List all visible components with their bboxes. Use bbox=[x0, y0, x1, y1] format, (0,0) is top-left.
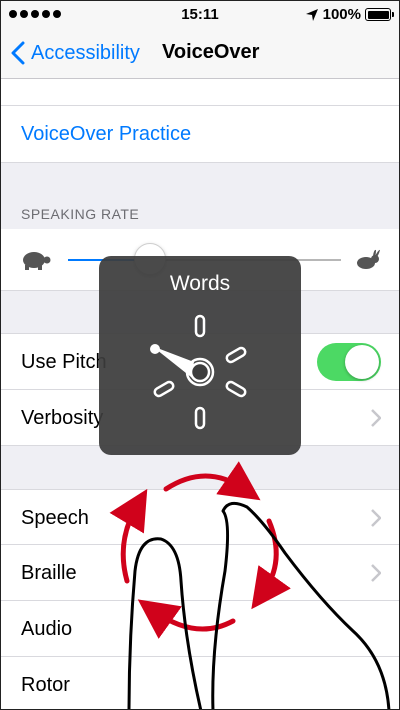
voiceover-practice-label: VoiceOver Practice bbox=[21, 123, 192, 145]
turtle-icon bbox=[23, 252, 51, 270]
partially-hidden-cell[interactable] bbox=[1, 79, 399, 106]
speaking-rate-header: SPEAKING RATE bbox=[21, 206, 140, 222]
chevron-right-icon bbox=[371, 509, 381, 527]
braille-cell[interactable]: Braille bbox=[1, 545, 399, 601]
back-button[interactable]: Accessibility bbox=[11, 41, 140, 65]
battery-icon bbox=[365, 8, 394, 21]
rotor-label: Rotor bbox=[21, 674, 70, 696]
use-pitch-label: Use Pitch bbox=[21, 351, 107, 373]
chevron-right-icon bbox=[371, 564, 381, 582]
rotor-cell[interactable]: Rotor bbox=[1, 657, 399, 709]
rabbit-icon bbox=[357, 249, 380, 269]
chevron-right-icon bbox=[371, 409, 381, 427]
braille-label: Braille bbox=[21, 562, 77, 584]
audio-label: Audio bbox=[21, 618, 73, 640]
use-pitch-toggle[interactable] bbox=[317, 343, 381, 381]
rotor-dial-icon bbox=[150, 314, 247, 430]
location-arrow-icon bbox=[305, 8, 318, 21]
verbosity-label: Verbosity bbox=[21, 407, 104, 429]
rotor-hud: Words bbox=[99, 256, 301, 455]
voiceover-settings-screen: 15:11 100% Accessibility VoiceOver Voice… bbox=[0, 0, 400, 710]
chevron-left-icon bbox=[11, 41, 25, 65]
page-title: VoiceOver bbox=[162, 41, 260, 63]
toggle-knob bbox=[345, 345, 379, 379]
speech-cell[interactable]: Speech bbox=[1, 489, 399, 545]
status-bar: 15:11 100% bbox=[1, 1, 399, 29]
battery-level bbox=[367, 10, 389, 19]
battery-percent: 100% bbox=[322, 6, 361, 23]
back-button-label: Accessibility bbox=[31, 41, 140, 64]
navigation-bar: Accessibility VoiceOver bbox=[1, 29, 399, 79]
voiceover-practice-button[interactable]: VoiceOver Practice bbox=[1, 106, 399, 163]
speech-label: Speech bbox=[21, 507, 89, 529]
audio-cell[interactable]: Audio bbox=[1, 601, 399, 657]
